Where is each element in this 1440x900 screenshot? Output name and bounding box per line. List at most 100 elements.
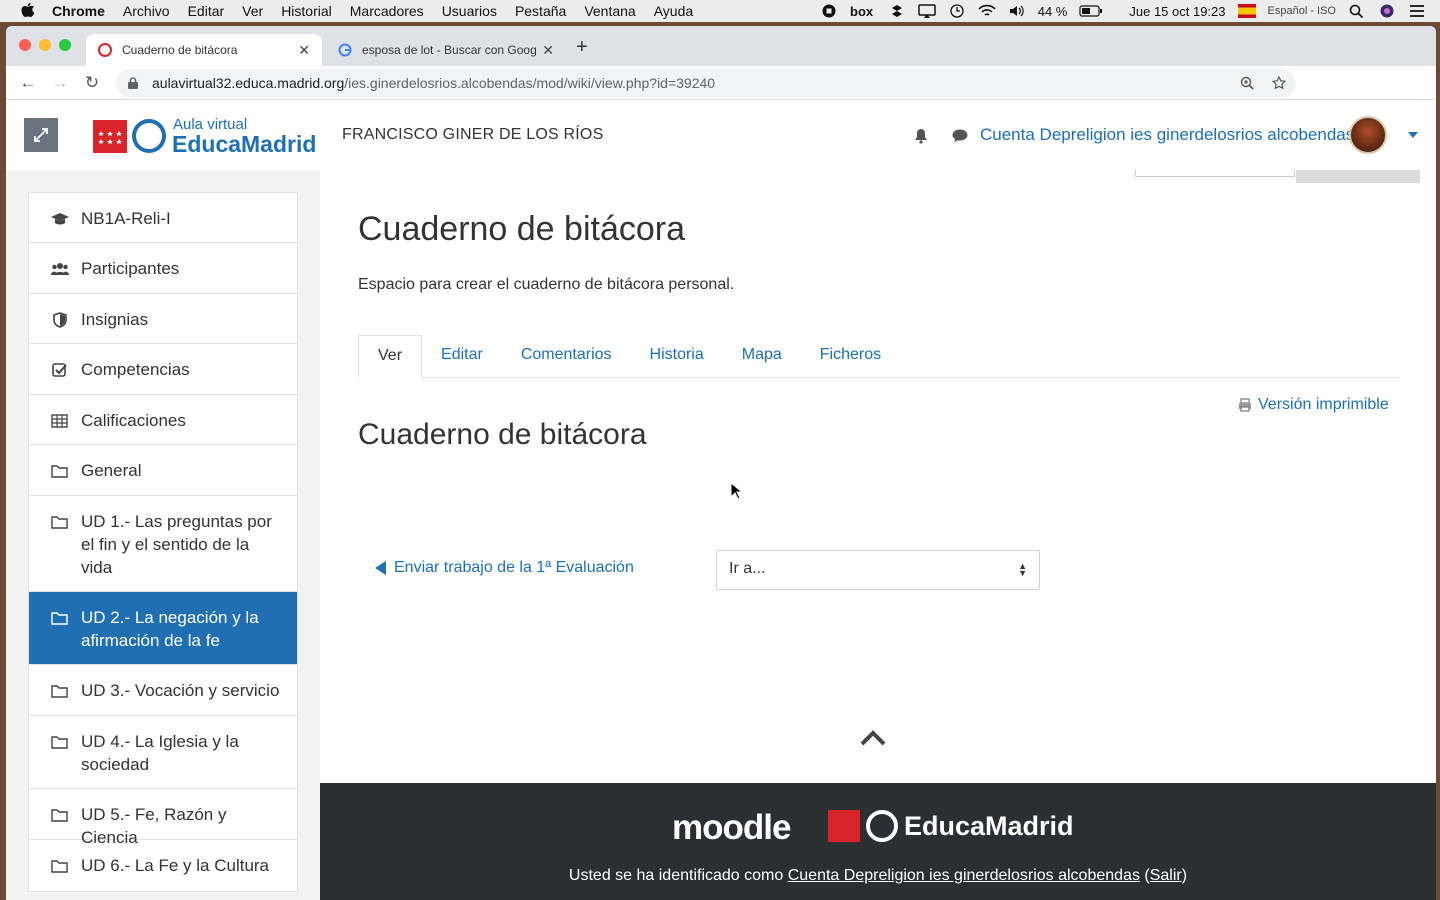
- course-navigation: NB1A-Reli-I Participantes Insignias Comp…: [28, 192, 298, 892]
- close-tab-icon[interactable]: ✕: [542, 42, 554, 59]
- tab-strip: Cuaderno de bitácora ✕ esposa de lot - B…: [6, 26, 1436, 66]
- logged-in-prefix: Usted se ha identificado como: [568, 867, 788, 884]
- wifi-icon[interactable]: [978, 4, 996, 18]
- sidebar-item-course[interactable]: NB1A-Reli-I: [29, 193, 297, 243]
- menu-editar[interactable]: Editar: [188, 3, 225, 19]
- address-bar[interactable]: aulavirtual32.educa.madrid.org /ies.gine…: [116, 69, 1296, 97]
- messages-chat-icon[interactable]: [952, 129, 968, 143]
- dropbox-icon[interactable]: [888, 4, 906, 18]
- back-button[interactable]: ←: [12, 73, 44, 93]
- search-button-edge[interactable]: [1296, 170, 1420, 183]
- siri-icon[interactable]: [1378, 4, 1396, 18]
- menu-marcadores[interactable]: Marcadores: [350, 3, 424, 19]
- browser-tab-active[interactable]: Cuaderno de bitácora ✕: [86, 34, 322, 66]
- printable-version-label: Versión imprimible: [1258, 396, 1389, 413]
- close-window-button[interactable]: [19, 39, 31, 51]
- logged-in-info: Usted se ha identificado como Cuenta Dep…: [568, 867, 1188, 884]
- menu-usuarios[interactable]: Usuarios: [442, 3, 497, 19]
- tab-title: esposa de lot - Buscar con Google: [362, 43, 537, 57]
- shield-icon: [53, 312, 67, 328]
- check-square-icon: [52, 363, 67, 377]
- volume-icon[interactable]: [1008, 4, 1026, 18]
- site-name[interactable]: FRANCISCO GINER DE LOS RÍOS: [342, 126, 603, 144]
- notifications-bell-icon[interactable]: [914, 128, 928, 144]
- browser-window: Cuaderno de bitácora ✕ esposa de lot - B…: [6, 26, 1436, 900]
- lock-icon[interactable]: [128, 77, 138, 89]
- left-drawer: NB1A-Reli-I Participantes Insignias Comp…: [6, 170, 320, 900]
- moodle-logo[interactable]: moodle: [672, 808, 791, 848]
- sidebar-item-label: Insignias: [81, 310, 149, 329]
- search-box-edge[interactable]: [1135, 170, 1295, 177]
- sidebar-item-label: UD 3.- Vocación y servicio: [81, 681, 280, 700]
- menu-ayuda[interactable]: Ayuda: [654, 3, 693, 19]
- comunidad-madrid-flag-logo[interactable]: [93, 120, 127, 153]
- logout-link[interactable]: Salir: [1150, 867, 1182, 884]
- sidebar-item-participantes[interactable]: Participantes: [29, 243, 297, 294]
- comunidad-madrid-flag-logo[interactable]: [828, 810, 860, 842]
- browser-tab[interactable]: esposa de lot - Buscar con Google ✕: [326, 34, 566, 66]
- tab-mapa[interactable]: Mapa: [723, 335, 801, 378]
- expand-arrows-icon: [34, 128, 48, 142]
- tab-ficheros[interactable]: Ficheros: [801, 335, 900, 378]
- forward-button[interactable]: →: [44, 73, 76, 93]
- bookmark-star-icon[interactable]: [1272, 76, 1286, 90]
- logo-wordmark[interactable]: EducaMadrid: [172, 131, 316, 158]
- apple-icon[interactable]: [20, 3, 36, 19]
- record-icon[interactable]: [820, 4, 838, 18]
- new-tab-button[interactable]: +: [576, 36, 588, 59]
- sidebar-item-insignias[interactable]: Insignias: [29, 294, 297, 344]
- menu-ver[interactable]: Ver: [242, 3, 263, 19]
- airplay-icon[interactable]: [917, 4, 936, 18]
- menu-ventana[interactable]: Ventana: [584, 3, 635, 19]
- main-content: Cuaderno de bitácora Espacio para crear …: [320, 170, 1436, 783]
- battery-icon[interactable]: [1079, 4, 1103, 18]
- activity-description: Espacio para crear el cuaderno de bitáco…: [358, 276, 735, 293]
- input-source-label[interactable]: Español - ISO: [1268, 5, 1336, 17]
- zoom-icon[interactable]: [1240, 76, 1254, 90]
- time-machine-icon[interactable]: [948, 4, 966, 18]
- sidebar-item-ud4[interactable]: UD 4.- La Iglesia y la sociedad: [29, 716, 297, 789]
- tab-ver[interactable]: Ver: [358, 335, 423, 378]
- spotlight-search-icon[interactable]: [1348, 4, 1366, 18]
- expand-drawer-button[interactable]: [24, 118, 58, 152]
- jump-to-select[interactable]: Ir a... ▲ ▼: [716, 550, 1040, 590]
- mouse-cursor-icon: [730, 482, 742, 500]
- tab-editar[interactable]: Editar: [422, 335, 502, 378]
- sidebar-item-competencias[interactable]: Competencias: [29, 344, 297, 395]
- tab-historia[interactable]: Historia: [631, 335, 723, 378]
- sidebar-item-ud5[interactable]: UD 5.- Fe, Razón y Ciencia: [29, 789, 297, 847]
- minimize-window-button[interactable]: [39, 39, 51, 51]
- menubar-clock[interactable]: Jue 15 oct 19:23: [1129, 4, 1225, 19]
- menu-historial[interactable]: Historial: [281, 3, 332, 19]
- sidebar-item-ud2[interactable]: UD 2.- La negación y la afirmación de la…: [29, 592, 297, 665]
- sidebar-item-general[interactable]: General: [29, 445, 297, 496]
- educamadrid-badge-logo[interactable]: [132, 119, 166, 153]
- folder-icon: [51, 809, 68, 822]
- menu-pestana[interactable]: Pestaña: [515, 3, 566, 19]
- user-menu-caret-icon[interactable]: [1408, 132, 1418, 138]
- sidebar-item-calificaciones[interactable]: Calificaciones: [29, 395, 297, 445]
- google-favicon-icon: [338, 43, 352, 57]
- previous-activity-link[interactable]: Enviar trabajo de la 1ª Evaluación: [375, 559, 634, 577]
- close-tab-icon[interactable]: ✕: [298, 42, 310, 59]
- notification-center-icon[interactable]: [1408, 4, 1426, 18]
- menu-archivo[interactable]: Archivo: [123, 3, 170, 19]
- profile-link[interactable]: Cuenta Depreligion ies ginerdelosrios al…: [788, 867, 1140, 884]
- table-icon: [51, 414, 68, 428]
- printable-version-link[interactable]: Versión imprimible: [1238, 396, 1389, 414]
- user-menu-name[interactable]: Cuenta Depreligion ies ginerdelosrios al…: [980, 125, 1354, 145]
- sidebar-item-ud3[interactable]: UD 3.- Vocación y servicio: [29, 665, 297, 716]
- educamadrid-badge-logo[interactable]: [866, 810, 898, 842]
- sidebar-item-label: UD 2.- La negación y la afirmación de la…: [81, 608, 259, 650]
- back-to-top-icon[interactable]: [860, 730, 886, 746]
- box-icon[interactable]: box: [850, 4, 876, 18]
- sidebar-item-ud1[interactable]: UD 1.- Las preguntas por el fin y el sen…: [29, 496, 297, 592]
- reload-button[interactable]: ↻: [76, 73, 108, 93]
- menu-app-name[interactable]: Chrome: [52, 3, 105, 19]
- educamadrid-favicon-icon: [98, 43, 112, 57]
- user-avatar[interactable]: [1349, 116, 1387, 154]
- zoom-window-button[interactable]: [59, 39, 71, 51]
- footer-brand-wordmark[interactable]: EducaMadrid: [904, 811, 1074, 842]
- users-icon: [51, 263, 69, 275]
- tab-comentarios[interactable]: Comentarios: [502, 335, 631, 378]
